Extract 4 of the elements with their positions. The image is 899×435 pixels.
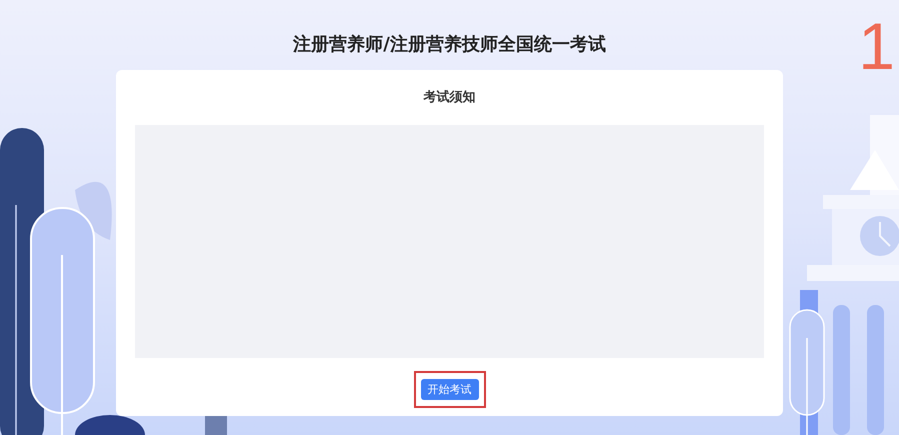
step-number: 1 <box>858 10 895 82</box>
card-title: 考试须知 <box>424 89 476 107</box>
start-exam-button[interactable]: 开始考试 <box>420 379 478 400</box>
page-title: 注册营养师/注册营养技师全国统一考试 <box>293 33 606 57</box>
